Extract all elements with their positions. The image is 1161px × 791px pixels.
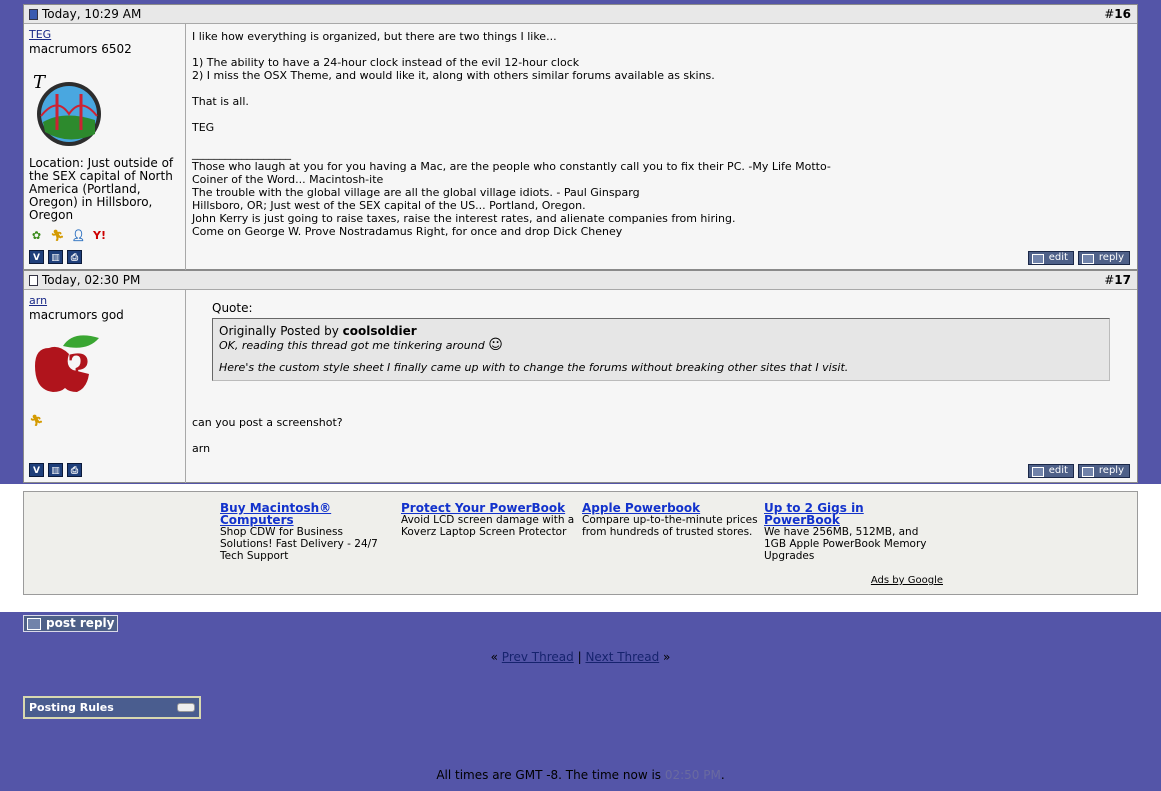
message-text: can you post a screenshot? arn xyxy=(192,416,343,455)
post-icon xyxy=(29,274,38,286)
apple-question-icon: ? xyxy=(35,335,99,392)
ad-2[interactable]: Protect Your PowerBook Avoid LCD screen … xyxy=(401,502,577,538)
ad-4[interactable]: Up to 2 Gigs in PowerBook We have 256MB,… xyxy=(764,502,942,562)
search-posts-icon[interactable]: ▥ xyxy=(48,463,63,477)
username-link[interactable]: TEG xyxy=(29,28,51,41)
signature: __________________ Those who laugh at yo… xyxy=(192,147,831,238)
ad-text: We have 256MB, 512MB, and 1GB Apple Powe… xyxy=(764,526,927,562)
view-profile-icon[interactable]: V xyxy=(29,463,44,477)
user-info: TEG macrumors 6502 T Location: Just outs… xyxy=(24,24,186,270)
search-posts-icon[interactable]: ▥ xyxy=(48,250,63,264)
quote-author: coolsoldier xyxy=(342,324,417,338)
ad-title[interactable]: Protect Your PowerBook xyxy=(401,502,577,514)
quote-box: Originally Posted by coolsoldier OK, rea… xyxy=(212,318,1110,381)
google-ads: Buy Macintosh® Computers Shop CDW for Bu… xyxy=(23,491,1138,595)
quote-label: Quote: xyxy=(212,301,253,315)
user-tools: V ▥ ⎙ xyxy=(29,463,82,477)
thread-nav: « Prev Thread | Next Thread » xyxy=(490,650,671,664)
post-number[interactable]: #17 xyxy=(1104,273,1131,287)
ad-title[interactable]: Up to 2 Gigs in PowerBook xyxy=(764,502,942,526)
print-icon[interactable]: ⎙ xyxy=(67,250,82,264)
avatar: T xyxy=(29,70,180,151)
post-reply-button[interactable]: post reply xyxy=(23,615,118,632)
post-actions: edit reply xyxy=(1027,251,1130,265)
ad-title[interactable]: Buy Macintosh® Computers xyxy=(220,502,398,526)
msn-icon[interactable]: 👤︎ xyxy=(71,228,86,243)
user-location: Location: Just outside of the SEX capita… xyxy=(29,156,174,222)
quote-line-1: OK, reading this thread got me tinkering… xyxy=(219,339,485,352)
post-actions: edit reply xyxy=(1027,464,1130,478)
ad-text: Avoid LCD screen damage with a Koverz La… xyxy=(401,514,575,538)
smiley-icon: ☺︎ xyxy=(488,337,503,353)
quote-line-2: Here's the custom style sheet I finally … xyxy=(219,361,849,374)
next-thread-link[interactable]: Next Thread xyxy=(585,650,659,664)
quote-prefix: Originally Posted by xyxy=(219,324,343,338)
ads-by-google-link[interactable]: Ads by Google xyxy=(871,575,943,586)
avatar: ? xyxy=(29,326,180,399)
print-icon[interactable]: ⎙ xyxy=(67,463,82,477)
svg-text:?: ? xyxy=(67,346,89,391)
post-icon xyxy=(29,8,38,20)
post-date: Today, 10:29 AM xyxy=(42,7,142,21)
post-message: I like how everything is organized, but … xyxy=(186,24,1137,270)
reply-button[interactable]: reply xyxy=(1077,251,1130,265)
post-date: Today, 02:30 PM xyxy=(42,273,141,287)
footer-time: All times are GMT -8. The time now is 02… xyxy=(436,768,725,782)
edit-button[interactable]: edit xyxy=(1027,464,1074,478)
yahoo-icon[interactable]: Y! xyxy=(92,228,107,243)
post-17: Today, 02:30 PM #17 arn macrumors god ? … xyxy=(23,270,1138,483)
post-message: Quote: Originally Posted by coolsoldier … xyxy=(186,290,1137,483)
aim-icon[interactable]: 🏃︎ xyxy=(29,413,44,428)
ad-text: Shop CDW for Business Solutions! Fast De… xyxy=(220,526,378,562)
prev-thread-link[interactable]: Prev Thread xyxy=(502,650,574,664)
icq-icon[interactable]: ✿ xyxy=(29,228,44,243)
user-title: macrumors 6502 xyxy=(29,42,132,56)
reply-button[interactable]: reply xyxy=(1077,464,1130,478)
posting-rules-panel[interactable]: Posting Rules xyxy=(23,696,201,719)
post-16: Today, 10:29 AM #16 TEG macrumors 6502 T… xyxy=(23,4,1138,270)
bridge-avatar-icon: T xyxy=(33,72,101,146)
aim-icon[interactable]: 🏃︎ xyxy=(50,228,65,243)
edit-button[interactable]: edit xyxy=(1027,251,1074,265)
message-text: I like how everything is organized, but … xyxy=(192,30,715,134)
post-header: Today, 02:30 PM #17 xyxy=(24,271,1137,290)
post-header: Today, 10:29 AM #16 xyxy=(24,5,1137,24)
user-tools: V ▥ ⎙ xyxy=(29,250,82,264)
username-link[interactable]: arn xyxy=(29,294,47,307)
ad-title[interactable]: Apple Powerbook xyxy=(582,502,760,514)
posting-rules-title: Posting Rules xyxy=(29,701,114,714)
post-number[interactable]: #16 xyxy=(1104,7,1131,21)
user-info: arn macrumors god ? 🏃︎ V ▥ ⎙ xyxy=(24,290,186,483)
view-profile-icon[interactable]: V xyxy=(29,250,44,264)
contact-badges: ✿ 🏃︎ 👤︎ Y! xyxy=(29,228,180,243)
current-time: 02:50 PM xyxy=(664,768,721,782)
collapse-toggle-icon[interactable] xyxy=(177,703,195,712)
contact-badges: 🏃︎ xyxy=(29,413,180,428)
quote-block: Quote: Originally Posted by coolsoldier … xyxy=(212,302,1110,381)
ad-3[interactable]: Apple Powerbook Compare up-to-the-minute… xyxy=(582,502,760,538)
svg-text:T: T xyxy=(33,72,47,93)
ad-text: Compare up-to-the-minute prices from hun… xyxy=(582,514,758,538)
ad-1[interactable]: Buy Macintosh® Computers Shop CDW for Bu… xyxy=(220,502,398,562)
user-title: macrumors god xyxy=(29,308,124,322)
